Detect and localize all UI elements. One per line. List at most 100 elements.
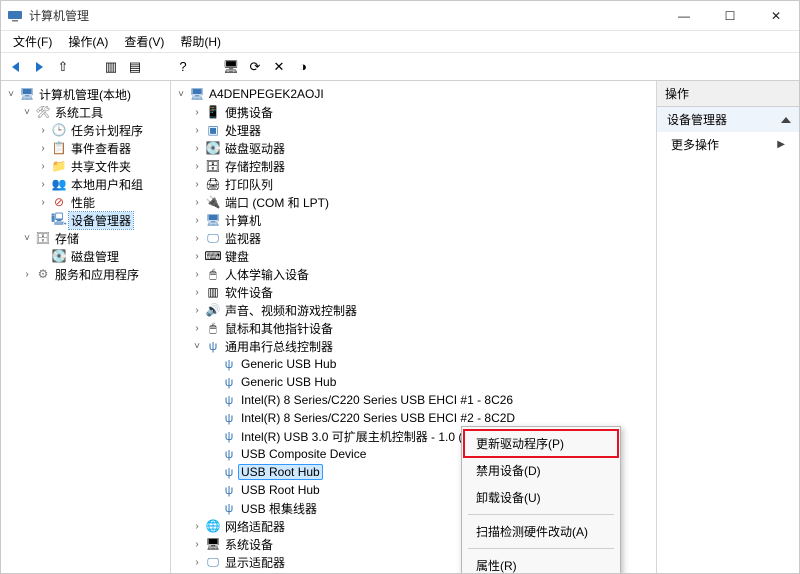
toolbar: ⇧ ▥ ▤ ? 🖥 ⟳ ✕ ◑ [1,53,799,81]
actions-more-link[interactable]: 更多操作 ▶ [657,132,799,157]
device-monitors[interactable]: ›🖵监视器 [189,229,654,247]
tree-storage[interactable]: ˅ 🗄 存储 [19,229,168,247]
device-computer[interactable]: ›🖥计算机 [189,211,654,229]
scan-button[interactable]: 🖥 [221,57,241,77]
device-ports[interactable]: ›🔌端口 (COM 和 LPT) [189,193,654,211]
wrench-icon: 🛠 [35,104,51,120]
context-menu: 更新驱动程序(P) 禁用设备(D) 卸载设备(U) 扫描检测硬件改动(A) 属性… [461,426,621,573]
toolbar-separator [197,57,217,77]
chip-icon: ▣ [205,122,221,138]
device-keyboards[interactable]: ›⌨键盘 [189,247,654,265]
chevron-right-icon: ▶ [777,139,785,150]
disk-icon: 💽 [51,248,67,264]
actions-header: 操作 [657,81,799,107]
device-tree-pane: ˅ 🖥 A4DENPEGEK2AOJI ›📱便携设备 ›▣处理器 ›💽磁盘驱动器… [171,81,657,573]
device-print-queues[interactable]: ›🖨打印队列 [189,175,654,193]
disk-icon: 💽 [205,140,221,156]
tree-event-viewer[interactable]: ›📋事件查看器 [35,139,168,157]
usb-icon: ψ [221,356,237,372]
uninstall-button[interactable]: ✕ [269,57,289,77]
context-uninstall-device[interactable]: 卸载设备(U) [464,484,618,511]
up-button[interactable]: ⇧ [53,57,73,77]
close-button[interactable]: ✕ [753,1,799,31]
device-usb-controllers[interactable]: ˅ψ通用串行总线控制器 [189,337,654,355]
context-separator [468,548,614,549]
device-disk-drives[interactable]: ›💽磁盘驱动器 [189,139,654,157]
maximize-button[interactable]: ☐ [707,1,753,31]
performance-icon: ⊘ [51,194,67,210]
device-software[interactable]: ›▥软件设备 [189,283,654,301]
menu-view[interactable]: 查看(V) [116,31,172,52]
console-tree-pane: ˅ 🖥 计算机管理(本地) ˅ 🛠 系统工具 ›🕒任务计划程序 ›📋事件查看 [1,81,171,573]
audio-icon: 🔊 [205,302,221,318]
port-icon: 🔌 [205,194,221,210]
tree-device-manager[interactable]: 🖳设备管理器 [35,211,168,229]
keyboard-icon: ⌨ [205,248,221,264]
display-icon: 🖵 [205,554,221,570]
show-hide-console-tree-button[interactable]: ▥ [101,57,121,77]
usb-icon: ψ [221,428,237,444]
printer-icon: 🖨 [205,176,221,192]
usb-icon: ψ [221,482,237,498]
device-audio[interactable]: ›🔊声音、视频和游戏控制器 [189,301,654,319]
computer-icon: 🖥 [19,86,35,102]
device-host[interactable]: ˅ 🖥 A4DENPEGEK2AOJI [173,85,654,103]
storage-icon: 🗄 [35,230,51,246]
usb-icon: ψ [221,392,237,408]
back-button[interactable] [5,57,25,77]
device-storage-controllers[interactable]: ›🗄存储控制器 [189,157,654,175]
usb-icon: ψ [205,338,221,354]
toolbar-separator [149,57,169,77]
clock-icon: 🕒 [51,122,67,138]
software-icon: ▥ [205,284,221,300]
properties-button[interactable]: ▤ [125,57,145,77]
shared-folder-icon: 📁 [51,158,67,174]
menu-bar: 文件(F) 操作(A) 查看(V) 帮助(H) [1,31,799,53]
title-bar: 计算机管理 — ☐ ✕ [1,1,799,31]
portable-icon: 📱 [205,104,221,120]
help-button[interactable]: ? [173,57,193,77]
tree-shared-folders[interactable]: ›📁共享文件夹 [35,157,168,175]
system-icon: 🖥 [205,536,221,552]
disable-button[interactable]: ◑ [293,57,313,77]
tree-performance[interactable]: ›⊘性能 [35,193,168,211]
usb-item-generic-hub-1[interactable]: ψGeneric USB Hub [205,355,654,373]
event-icon: 📋 [51,140,67,156]
context-update-driver[interactable]: 更新驱动程序(P) [464,430,618,457]
toolbar-separator [77,57,97,77]
device-mice[interactable]: ›🖱鼠标和其他指针设备 [189,319,654,337]
usb-item-intel-ehci-1[interactable]: ψIntel(R) 8 Series/C220 Series USB EHCI … [205,391,654,409]
menu-action[interactable]: 操作(A) [60,31,116,52]
tree-task-scheduler[interactable]: ›🕒任务计划程序 [35,121,168,139]
tree-system-tools[interactable]: ˅ 🛠 系统工具 [19,103,168,121]
audio-io-icon: 🔊 [205,572,221,573]
usb-icon: ψ [221,410,237,426]
window-title: 计算机管理 [29,7,661,24]
minimize-button[interactable]: — [661,1,707,31]
device-portable[interactable]: ›📱便携设备 [189,103,654,121]
context-separator [468,514,614,515]
mouse-icon: 🖱 [205,320,221,336]
usb-item-intel-ehci-2[interactable]: ψIntel(R) 8 Series/C220 Series USB EHCI … [205,409,654,427]
tree-disk-management[interactable]: 💽磁盘管理 [35,247,168,265]
device-processors[interactable]: ›▣处理器 [189,121,654,139]
tree-root[interactable]: ˅ 🖥 计算机管理(本地) [3,85,168,103]
storage-ctrl-icon: 🗄 [205,158,221,174]
tree-local-users[interactable]: ›👥本地用户和组 [35,175,168,193]
usb-icon: ψ [221,464,237,480]
tree-services[interactable]: › ⚙ 服务和应用程序 [19,265,168,283]
menu-help[interactable]: 帮助(H) [172,31,229,52]
actions-section-device-manager[interactable]: 设备管理器 [657,107,799,132]
gear-icon: ⚙ [35,266,51,282]
usb-item-generic-hub-2[interactable]: ψGeneric USB Hub [205,373,654,391]
update-driver-button[interactable]: ⟳ [245,57,265,77]
monitor-icon: 🖵 [205,230,221,246]
context-disable-device[interactable]: 禁用设备(D) [464,457,618,484]
hid-icon: 🖱 [205,266,221,282]
context-scan-hardware[interactable]: 扫描检测硬件改动(A) [464,518,618,545]
context-properties[interactable]: 属性(R) [464,552,618,573]
device-hid[interactable]: ›🖱人体学输入设备 [189,265,654,283]
device-manager-icon: 🖳 [51,212,67,228]
menu-file[interactable]: 文件(F) [5,31,60,52]
forward-button[interactable] [29,57,49,77]
